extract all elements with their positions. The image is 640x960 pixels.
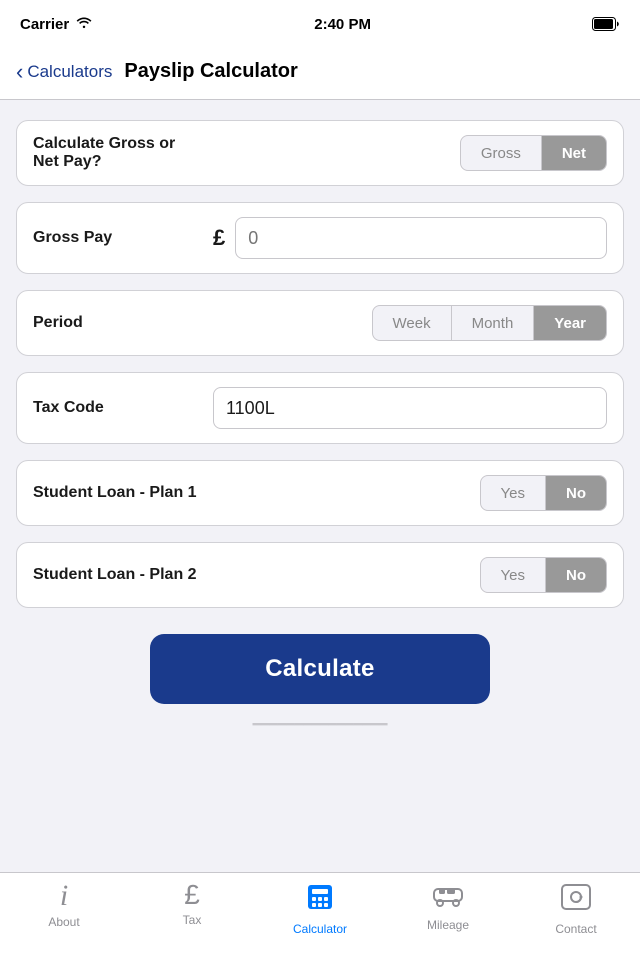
period-card: Period Week Month Year — [16, 290, 624, 356]
student-loan-1-segmented: Yes No — [480, 475, 607, 511]
carrier-label: Carrier — [20, 15, 93, 33]
student-loan-2-card: Student Loan - Plan 2 Yes No — [16, 542, 624, 608]
gross-net-row: Calculate Gross orNet Pay? Gross Net — [17, 121, 623, 185]
battery-icon — [592, 17, 620, 31]
contact-label: Contact — [555, 922, 596, 936]
calculate-button[interactable]: Calculate — [150, 634, 490, 704]
tax-label: Tax — [183, 913, 202, 927]
tab-contact[interactable]: Contact — [516, 881, 636, 936]
student-loan-2-control: Yes No — [213, 557, 607, 593]
student-loan-2-yes-button[interactable]: Yes — [481, 558, 545, 592]
student-loan-1-yes-button[interactable]: Yes — [481, 476, 545, 510]
about-icon: i — [60, 881, 68, 911]
tab-calculator[interactable]: Calculator — [260, 881, 380, 936]
mileage-icon — [431, 881, 465, 914]
gross-pay-label: Gross Pay — [33, 229, 213, 247]
back-button[interactable]: ‹ Calculators — [16, 61, 112, 83]
calculator-label: Calculator — [293, 922, 347, 936]
student-loan-1-row: Student Loan - Plan 1 Yes No — [17, 461, 623, 525]
student-loan-2-segmented: Yes No — [480, 557, 607, 593]
hint-area: ━━━━━━━━━━━━━━━━ — [16, 704, 624, 733]
net-button[interactable]: Net — [542, 136, 606, 170]
about-label: About — [48, 915, 79, 929]
tab-mileage[interactable]: Mileage — [388, 881, 508, 932]
student-loan-1-label: Student Loan - Plan 1 — [33, 484, 213, 502]
week-button[interactable]: Week — [373, 306, 451, 340]
gross-pay-control: £ — [213, 217, 607, 259]
page-title: Payslip Calculator — [124, 60, 297, 83]
month-button[interactable]: Month — [452, 306, 534, 340]
gross-net-card: Calculate Gross orNet Pay? Gross Net — [16, 120, 624, 186]
gross-net-segmented: Gross Net — [460, 135, 607, 171]
tax-code-card: Tax Code — [16, 372, 624, 444]
tax-code-input[interactable] — [213, 387, 607, 429]
gross-net-control: Gross Net — [213, 135, 607, 171]
tax-icon: £ — [184, 881, 200, 909]
gross-button[interactable]: Gross — [461, 136, 541, 170]
main-content: Calculate Gross orNet Pay? Gross Net Gro… — [0, 100, 640, 733]
tax-code-label: Tax Code — [33, 399, 213, 417]
tax-code-control — [213, 387, 607, 429]
student-loan-1-card: Student Loan - Plan 1 Yes No — [16, 460, 624, 526]
mileage-label: Mileage — [427, 918, 469, 932]
period-segmented: Week Month Year — [372, 305, 607, 341]
hint-text: ━━━━━━━━━━━━━━━━ — [253, 716, 388, 732]
period-control: Week Month Year — [213, 305, 607, 341]
time-label: 2:40 PM — [314, 16, 371, 33]
period-row: Period Week Month Year — [17, 291, 623, 355]
gross-pay-input[interactable] — [235, 217, 607, 259]
currency-symbol: £ — [213, 225, 225, 251]
wifi-icon — [75, 15, 93, 33]
gross-net-label: Calculate Gross orNet Pay? — [33, 135, 213, 171]
student-loan-2-row: Student Loan - Plan 2 Yes No — [17, 543, 623, 607]
contact-icon — [560, 881, 592, 918]
student-loan-1-no-button[interactable]: No — [546, 476, 606, 510]
calculate-btn-wrap: Calculate — [16, 624, 624, 704]
tab-tax[interactable]: £ Tax — [132, 881, 252, 927]
calculator-icon — [304, 881, 336, 918]
status-bar: Carrier 2:40 PM — [0, 0, 640, 44]
student-loan-1-control: Yes No — [213, 475, 607, 511]
period-label: Period — [33, 314, 213, 332]
student-loan-2-no-button[interactable]: No — [546, 558, 606, 592]
tab-bar: i About £ Tax Calculator — [0, 872, 640, 960]
student-loan-2-label: Student Loan - Plan 2 — [33, 566, 213, 584]
back-chevron-icon: ‹ — [16, 61, 23, 83]
nav-bar: ‹ Calculators Payslip Calculator — [0, 44, 640, 100]
year-button[interactable]: Year — [534, 306, 606, 340]
back-label: Calculators — [27, 62, 112, 82]
tax-code-row: Tax Code — [17, 373, 623, 443]
tab-about[interactable]: i About — [4, 881, 124, 929]
gross-pay-card: Gross Pay £ — [16, 202, 624, 274]
gross-pay-row: Gross Pay £ — [17, 203, 623, 273]
